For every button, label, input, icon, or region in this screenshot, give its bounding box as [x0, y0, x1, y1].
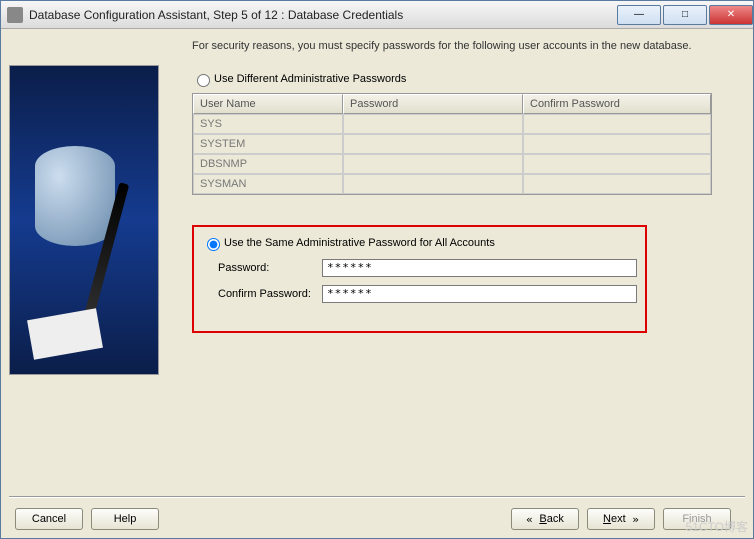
option-same-password[interactable]: Use the Same Administrative Password for… — [202, 235, 637, 251]
confirm-input[interactable]: ****** — [322, 285, 637, 303]
cell-username: SYS — [193, 114, 343, 134]
separator — [9, 496, 745, 498]
confirm-row: Confirm Password: ****** — [202, 285, 637, 303]
window-controls: — □ ✕ — [615, 5, 753, 25]
minimize-button[interactable]: — — [617, 5, 661, 25]
cell-password — [343, 154, 523, 174]
titlebar: Database Configuration Assistant, Step 5… — [1, 1, 753, 29]
help-button[interactable]: Help — [91, 508, 159, 530]
intro-text: For security reasons, you must specify p… — [192, 39, 745, 53]
confirm-label: Confirm Password: — [202, 288, 322, 300]
next-button[interactable]: Next » — [587, 508, 655, 530]
table-row: SYSMAN — [193, 174, 711, 194]
back-button[interactable]: « Back — [511, 508, 579, 530]
cancel-button[interactable]: Cancel — [15, 508, 83, 530]
password-label: Password: — [202, 262, 322, 274]
app-icon — [7, 7, 23, 23]
th-username: User Name — [193, 94, 343, 114]
same-password-section: Use the Same Administrative Password for… — [192, 225, 647, 333]
th-confirm: Confirm Password — [523, 94, 711, 114]
cell-username: SYSMAN — [193, 174, 343, 194]
table-row: DBSNMP — [193, 154, 711, 174]
main-panel: For security reasons, you must specify p… — [164, 35, 745, 490]
cell-confirm — [523, 174, 711, 194]
radio-same-label: Use the Same Administrative Password for… — [224, 237, 495, 249]
passwords-table: User Name Password Confirm Password SYS … — [192, 93, 712, 195]
table-row: SYSTEM — [193, 134, 711, 154]
cell-password — [343, 134, 523, 154]
cell-confirm — [523, 114, 711, 134]
radio-same[interactable] — [207, 238, 220, 251]
button-bar: Cancel Help « Back Next » Finish — [9, 504, 745, 538]
cell-confirm — [523, 154, 711, 174]
radio-different[interactable] — [197, 74, 210, 87]
window-title: Database Configuration Assistant, Step 5… — [29, 8, 615, 22]
watermark: 51CTO博客 — [686, 518, 748, 535]
close-button[interactable]: ✕ — [709, 5, 753, 25]
password-row: Password: ****** — [202, 259, 637, 277]
option-different-passwords[interactable]: Use Different Administrative Passwords — [192, 71, 745, 87]
dialog-window: Database Configuration Assistant, Step 5… — [0, 0, 754, 539]
maximize-button[interactable]: □ — [663, 5, 707, 25]
cell-password — [343, 174, 523, 194]
password-input[interactable]: ****** — [322, 259, 637, 277]
radio-different-label: Use Different Administrative Passwords — [214, 73, 406, 85]
cell-username: DBSNMP — [193, 154, 343, 174]
table-header: User Name Password Confirm Password — [193, 94, 711, 114]
table-row: SYS — [193, 114, 711, 134]
cell-password — [343, 114, 523, 134]
cell-username: SYSTEM — [193, 134, 343, 154]
sidebar — [9, 35, 164, 490]
content-area: For security reasons, you must specify p… — [1, 29, 753, 538]
cell-confirm — [523, 134, 711, 154]
wizard-image — [9, 65, 159, 375]
th-password: Password — [343, 94, 523, 114]
